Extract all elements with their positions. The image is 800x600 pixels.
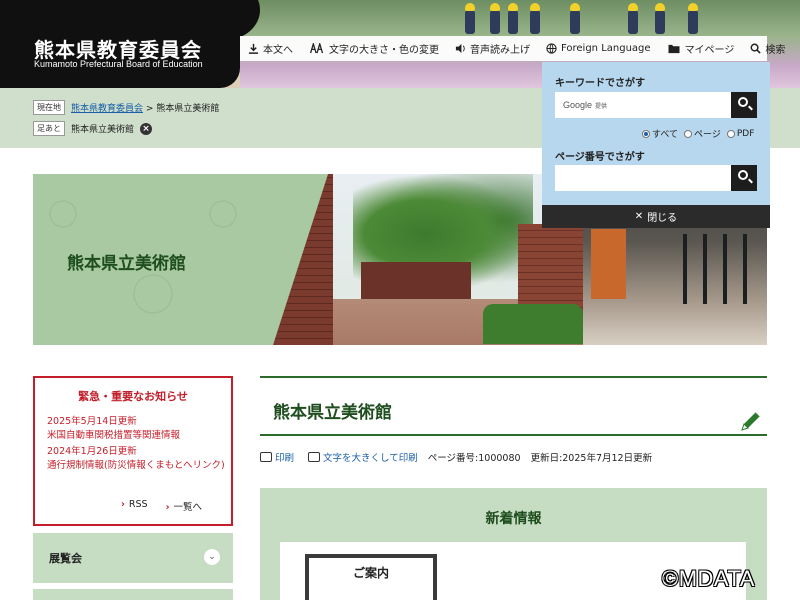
hero-title: 熊本県立美術館 — [67, 254, 186, 274]
notice-text: 通行規制情報(防災情報くまもとへリンク) — [47, 460, 225, 471]
notice-links: › RSS › 一覧へ — [121, 499, 202, 513]
chevron-down-icon[interactable]: ⌄ — [204, 549, 220, 565]
exhibition-accordion[interactable]: 展覧会 ⌄ — [33, 533, 233, 583]
search-toggle-label: 検索 — [765, 45, 786, 56]
news-thumbnail-text: ご案内 — [309, 558, 433, 600]
page-title: 熊本県立美術館 — [273, 403, 392, 423]
breadcrumb-home-link[interactable]: 熊本県教育委員会 — [71, 104, 143, 114]
next-accordion[interactable] — [33, 589, 233, 600]
close-icon: ✕ — [634, 211, 644, 222]
search-icon — [738, 97, 748, 107]
page-heading-block: 熊本県立美術館 — [260, 376, 767, 436]
search-toggle[interactable]: 検索 — [742, 36, 793, 61]
page-number-search-button[interactable] — [731, 165, 757, 191]
foreign-language-link[interactable]: Foreign Language — [538, 36, 659, 61]
history-tag: 足あと — [33, 121, 65, 136]
arrow-down-icon — [248, 43, 259, 54]
print-link[interactable]: 印刷 — [260, 450, 294, 464]
radio-pdf[interactable]: PDF — [726, 129, 754, 139]
google-branding: Google 提供 — [563, 100, 608, 110]
voice-reading-label: 音声読み上げ — [470, 45, 530, 56]
text-size-color-link[interactable]: 文字の大きさ・色の変更 — [301, 36, 447, 61]
large-print-link[interactable]: 文字を大きくして印刷 — [308, 450, 418, 464]
search-close-button[interactable]: ✕ 閉じる — [542, 205, 770, 228]
utility-nav: 本文へ 文字の大きさ・色の変更 音声読み上げ Foreign Language … — [240, 36, 785, 61]
search-scope-radios: すべて ページ PDF — [642, 127, 754, 140]
folder-icon — [668, 44, 680, 54]
skip-to-content-label: 本文へ — [263, 45, 293, 56]
printer-icon — [260, 452, 272, 462]
rss-link[interactable]: › RSS — [121, 499, 148, 513]
foreign-language-label: Foreign Language — [561, 43, 651, 54]
search-icon — [738, 170, 748, 180]
page-number-search-label: ページ番号でさがす — [555, 152, 645, 163]
breadcrumb-separator: > — [145, 104, 154, 114]
search-panel: キーワードでさがす Google 提供 すべて ページ PDF ページ番号でさがす… — [542, 62, 770, 228]
notice-item[interactable]: 2025年5月14日更新 米国自動車関税措置等関連情報 — [47, 415, 227, 443]
skip-to-content-link[interactable]: 本文へ — [240, 36, 301, 61]
page-number-input[interactable] — [555, 165, 731, 191]
keyword-search-input[interactable]: Google 提供 — [555, 92, 731, 118]
current-location-tag: 現在地 — [33, 100, 65, 115]
footprint-history: 足あと 熊本県立美術館 × — [33, 121, 153, 136]
breadcrumb: 現在地 熊本県教育委員会 > 熊本県立美術館 — [33, 100, 219, 115]
chevron-right-icon: › — [165, 502, 170, 513]
voice-reading-link[interactable]: 音声読み上げ — [447, 36, 538, 61]
printer-icon — [308, 452, 321, 462]
keyword-search-button[interactable] — [731, 92, 757, 118]
mypage-label: マイページ — [684, 45, 735, 56]
keyword-search-label: キーワードでさがす — [555, 78, 645, 89]
globe-icon — [546, 43, 557, 54]
site-subtitle: Kumamoto Prefectural Board of Education — [34, 59, 203, 69]
page-tools: 印刷 文字を大きくして印刷 ページ番号:1000080 更新日:2025年7月1… — [260, 450, 652, 464]
notice-text: 米国自動車関税措置等関連情報 — [47, 430, 181, 441]
urgent-notice-box: 緊急・重要なお知らせ 2025年5月14日更新 米国自動車関税措置等関連情報 2… — [33, 376, 233, 526]
updated-date: 更新日:2025年7月12日更新 — [530, 453, 653, 464]
search-icon — [750, 43, 762, 54]
text-size-color-label: 文字の大きさ・色の変更 — [329, 45, 439, 56]
close-label: 閉じる — [647, 213, 678, 224]
mypage-link[interactable]: マイページ — [659, 36, 743, 61]
history-item[interactable]: 熊本県立美術館 — [71, 122, 134, 135]
news-title: 新着情報 — [485, 511, 542, 527]
exhibition-accordion-label: 展覧会 — [49, 552, 82, 565]
urgent-notice-title: 緊急・重要なお知らせ — [78, 390, 188, 403]
notice-item[interactable]: 2024年1月26日更新 通行規制情報(防災情報くまもとへリンク) — [47, 445, 227, 473]
watermark: ©MDATA — [662, 566, 755, 591]
breadcrumb-current: 熊本県立美術館 — [156, 104, 220, 114]
page-number: ページ番号:1000080 — [427, 453, 521, 464]
remove-history-icon[interactable]: × — [140, 122, 153, 135]
notice-date: 2025年5月14日更新 — [47, 416, 137, 427]
notice-date: 2024年1月26日更新 — [47, 446, 137, 457]
news-thumbnail[interactable]: ご案内 — [305, 554, 437, 600]
speaker-icon — [455, 43, 465, 54]
pencil-icon — [741, 411, 761, 431]
radio-page[interactable]: ページ — [684, 127, 721, 140]
radio-all[interactable]: すべて — [642, 127, 678, 140]
chevron-right-icon: › — [121, 499, 125, 510]
text-size-icon — [309, 43, 324, 54]
notice-list-link[interactable]: › 一覧へ — [166, 499, 202, 513]
